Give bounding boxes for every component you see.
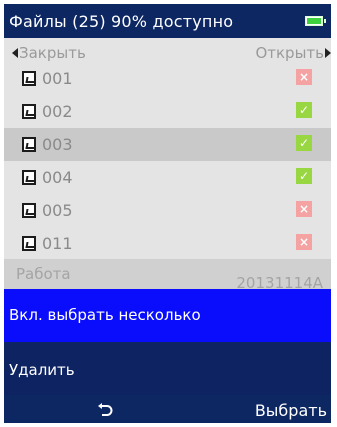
file-name: 011: [42, 234, 73, 253]
file-icon: [22, 71, 36, 86]
menu-item-delete[interactable]: Удалить: [4, 342, 331, 395]
file-name: 001: [42, 69, 73, 88]
menu-item-label: Удалить: [9, 361, 75, 379]
status-check-icon: ✓: [296, 135, 312, 151]
page-title: Файлы (25) 90% доступно: [9, 11, 234, 31]
file-icon: [22, 104, 36, 119]
file-name: 005: [42, 201, 73, 220]
status-x-icon: ×: [296, 69, 312, 85]
file-name: 002: [42, 102, 73, 121]
file-name: 004: [42, 168, 73, 187]
file-name: 003: [42, 135, 73, 154]
file-icon: [22, 203, 36, 218]
close-button[interactable]: Закрыть: [12, 44, 86, 62]
battery-icon: [305, 16, 326, 26]
status-check-icon: ✓: [296, 168, 312, 184]
softkey-bar: Выбрать: [4, 395, 331, 423]
work-row: Работа 20131114A: [4, 259, 331, 292]
status-x-icon: ×: [296, 234, 312, 250]
file-icon: [22, 137, 36, 152]
file-row[interactable]: 002 ✓: [4, 95, 331, 128]
file-row[interactable]: 011 ×: [4, 227, 331, 260]
status-x-icon: ×: [296, 201, 312, 217]
menu-item-label: Вкл. выбрать несколько: [9, 306, 201, 324]
status-check-icon: ✓: [296, 102, 312, 118]
title-bar: Файлы (25) 90% доступно: [4, 4, 331, 38]
file-row-selected[interactable]: 003 ✓: [4, 128, 331, 161]
open-label: Открыть: [255, 44, 324, 62]
arrow-right-icon: [325, 48, 331, 58]
file-row[interactable]: 001 ×: [4, 62, 331, 95]
close-label: Закрыть: [19, 44, 86, 62]
file-icon: [22, 236, 36, 251]
back-arrow-icon[interactable]: [96, 401, 114, 419]
file-row[interactable]: 004 ✓: [4, 161, 331, 194]
open-button[interactable]: Открыть: [255, 44, 331, 62]
file-icon: [22, 170, 36, 185]
select-button[interactable]: Выбрать: [255, 401, 327, 420]
work-label: Работа: [16, 265, 71, 283]
device-screen: Файлы (25) 90% доступно Закрыть Открыть …: [4, 4, 331, 423]
file-list: 001 × 002 ✓ 003 ✓ 004 ✓ 005 × 011 ×: [4, 62, 331, 260]
menu-item-multi-select[interactable]: Вкл. выбрать несколько: [4, 289, 331, 342]
arrow-left-icon: [12, 48, 18, 58]
file-row[interactable]: 005 ×: [4, 194, 331, 227]
